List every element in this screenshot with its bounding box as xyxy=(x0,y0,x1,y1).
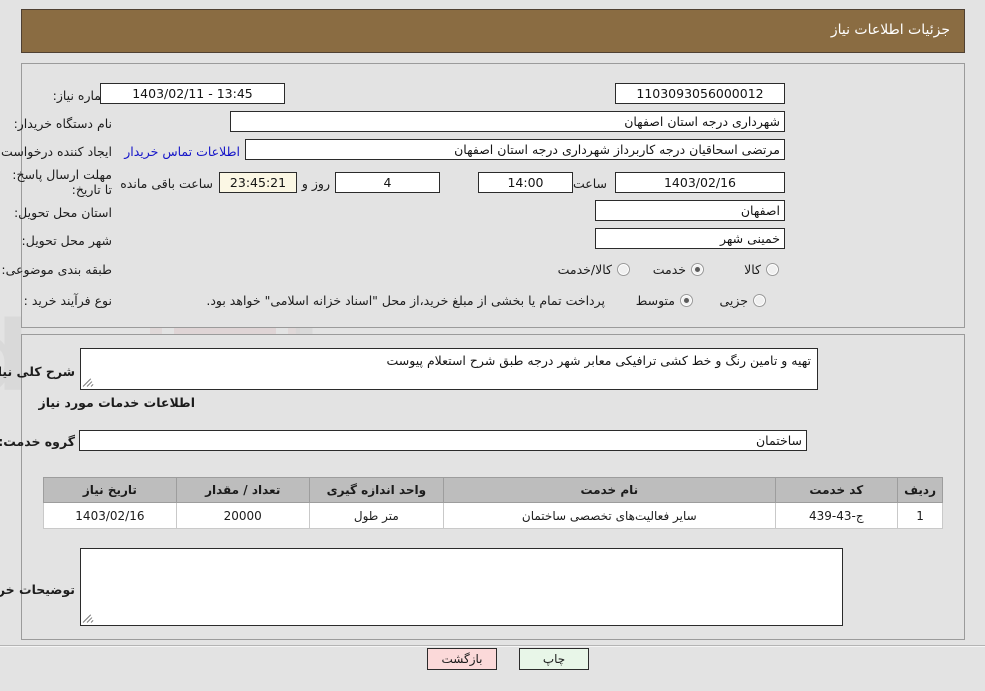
cell-quantity: 20000 xyxy=(175,502,310,529)
requester-field[interactable]: مرتضی اسحاقیان درجه کاربرداز شهرداری درج… xyxy=(245,139,785,160)
radio-subject-kala[interactable] xyxy=(766,263,779,276)
purchase-process-label: نوع فرآیند خرید : xyxy=(23,293,112,308)
cell-unit: متر طول xyxy=(308,502,445,529)
back-button[interactable]: بازگشت xyxy=(427,648,497,670)
countdown-timer-field: 23:45:21 xyxy=(219,172,297,193)
radio-process-jozi[interactable] xyxy=(753,294,766,307)
buyer-org-field[interactable]: شهرداری درجه استان اصفهان xyxy=(230,111,785,132)
radio-label-subject-kala-khedmat: کالا/خدمت xyxy=(557,262,612,277)
cell-service-code: ج-43-439 xyxy=(774,502,899,529)
remaining-days-label: روز و xyxy=(301,176,330,191)
print-button[interactable]: چاپ xyxy=(519,648,589,670)
resize-grip-icon[interactable] xyxy=(82,378,94,388)
col-header-service-code: کد خدمت xyxy=(774,477,899,503)
radio-label-process-jozi: جزیی xyxy=(719,293,748,308)
resize-grip-icon[interactable] xyxy=(82,614,94,624)
radio-label-subject-kala: کالا xyxy=(744,262,761,277)
service-group-field[interactable]: ساختمان xyxy=(79,430,807,451)
buyer-org-label: نام دستگاه خریدار: xyxy=(13,116,112,131)
remaining-days-field[interactable]: 4 xyxy=(335,172,440,193)
page-root: AriaTender.net جزئیات اطلاعات نیاز شماره… xyxy=(0,0,985,691)
cell-row: 1 xyxy=(897,502,943,529)
announce-datetime-field[interactable]: 13:45 - 1403/02/11 xyxy=(100,83,285,104)
radio-label-subject-khedmat: خدمت xyxy=(652,262,686,277)
page-title: جزئیات اطلاعات نیاز xyxy=(830,22,950,38)
deadline-hour-field[interactable]: 14:00 xyxy=(478,172,573,193)
countdown-label: ساعت باقی مانده xyxy=(120,176,213,191)
delivery-province-label: استان محل تحویل: xyxy=(13,205,112,220)
delivery-city-label: شهر محل تحویل: xyxy=(21,233,112,248)
deadline-hour-label: ساعت xyxy=(572,176,607,191)
general-description-textarea[interactable]: تهیه و تامین رنگ و خط کشی ترافیکی معابر … xyxy=(80,348,818,390)
requester-label: ایجاد کننده درخواست: xyxy=(0,144,112,159)
delivery-province-field[interactable]: اصفهان xyxy=(595,200,785,221)
general-description-value: تهیه و تامین رنگ و خط کشی ترافیکی معابر … xyxy=(386,353,811,368)
radio-subject-khedmat[interactable] xyxy=(691,263,704,276)
deadline-label: مهلت ارسال پاسخ: تا تاریخ: xyxy=(12,167,112,197)
cell-need-date: 1403/02/16 xyxy=(43,502,177,529)
need-number-field[interactable]: 1103093056000012 xyxy=(615,83,785,104)
window-title-bar: جزئیات اطلاعات نیاز xyxy=(21,9,965,53)
table-header-row: ردیف کد خدمت نام خدمت واحد اندازه گیری ت… xyxy=(43,477,943,503)
islamic-treasury-note: پرداخت تمام یا بخشی از مبلغ خرید،از محل … xyxy=(206,293,605,308)
col-header-unit: واحد اندازه گیری xyxy=(308,477,445,503)
services-section-heading: اطلاعات خدمات مورد نیاز xyxy=(38,395,196,410)
col-header-quantity: تعداد / مقدار xyxy=(175,477,310,503)
general-description-label: شرح کلی نیاز: xyxy=(0,364,75,379)
subject-category-label: طبقه بندی موضوعی: xyxy=(1,262,112,277)
buyer-notes-textarea[interactable] xyxy=(80,548,843,626)
col-header-service-name: نام خدمت xyxy=(443,477,776,503)
radio-process-motevaset[interactable] xyxy=(680,294,693,307)
table-row: 1 ج-43-439 سایر فعالیت‌های تخصصی ساختمان… xyxy=(43,502,943,529)
cell-service-name: سایر فعالیت‌های تخصصی ساختمان xyxy=(443,502,776,529)
col-header-need-date: تاریخ نیاز xyxy=(43,477,177,503)
deadline-date-field[interactable]: 1403/02/16 xyxy=(615,172,785,193)
services-table: ردیف کد خدمت نام خدمت واحد اندازه گیری ت… xyxy=(43,477,943,529)
radio-label-process-motevaset: متوسط xyxy=(635,293,675,308)
col-header-row: ردیف xyxy=(897,477,943,503)
footer-divider xyxy=(0,645,985,647)
buyer-notes-label: توضیحات خریدار: xyxy=(0,582,75,597)
delivery-city-field[interactable]: خمینی شهر xyxy=(595,228,785,249)
radio-subject-kala-khedmat[interactable] xyxy=(617,263,630,276)
service-group-label: گروه خدمت: xyxy=(0,434,75,449)
buyer-contact-link[interactable]: اطلاعات تماس خریدار xyxy=(124,144,240,159)
